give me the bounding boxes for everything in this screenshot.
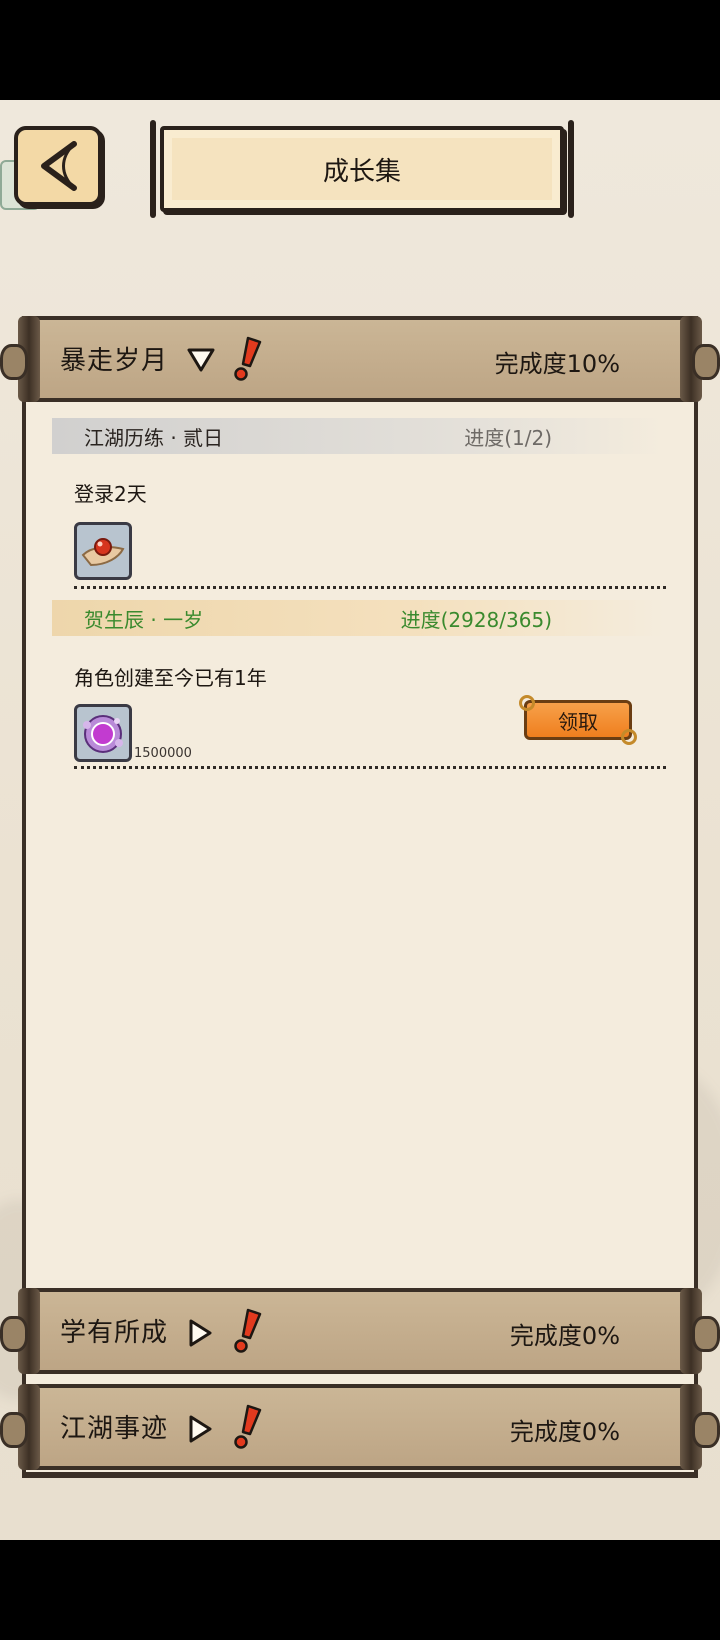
task-header: 贺生辰 · 一岁 进度(2928/365) <box>52 600 664 636</box>
reward-item[interactable] <box>74 704 132 762</box>
growth-collection-screen: 成长集 暴走岁月 完成度10% 江湖历练 · 贰日 进度(1/2) 登录2天 贺… <box>0 100 720 1540</box>
task-header: 江湖历练 · 贰日 进度(1/2) <box>52 418 664 454</box>
section-completion: 完成度0% <box>509 1418 620 1446</box>
section-header-baozou[interactable]: 暴走岁月 完成度10% <box>0 316 720 402</box>
task-description: 角色创建至今已有1年 <box>74 666 267 690</box>
scroll-knob <box>0 1316 28 1352</box>
section-header-jianghu[interactable]: 江湖事迹 完成度0% <box>0 1384 720 1470</box>
chevron-right-icon[interactable] <box>186 1414 214 1444</box>
task-name: 贺生辰 · 一岁 <box>84 607 204 632</box>
purple-orb-icon <box>83 715 123 753</box>
section-completion: 完成度0% <box>509 1322 620 1350</box>
scroll-knob <box>0 1412 28 1448</box>
back-arrow-icon <box>41 141 77 191</box>
section-header-xueyou[interactable]: 学有所成 完成度0% <box>0 1288 720 1374</box>
alert-icon <box>234 336 262 381</box>
chevron-down-icon[interactable] <box>186 346 216 374</box>
alert-icon <box>234 1308 262 1353</box>
divider <box>74 766 666 769</box>
section-completion: 完成度10% <box>494 350 620 378</box>
divider <box>74 586 666 589</box>
section-title: 江湖事迹 <box>60 1414 169 1444</box>
section-title: 学有所成 <box>60 1318 169 1348</box>
task-progress: 进度(2928/365) <box>400 607 552 632</box>
page-title: 成长集 <box>150 120 574 218</box>
scroll-knob <box>692 344 720 380</box>
task-description: 登录2天 <box>74 482 147 506</box>
back-button[interactable] <box>14 126 102 206</box>
scroll-knob <box>692 1316 720 1352</box>
claim-button[interactable]: 领取 <box>519 695 637 745</box>
scroll-knob <box>692 1412 720 1448</box>
scroll-knob <box>0 344 28 380</box>
reward-quantity: 1500000 <box>134 746 192 761</box>
alert-icon <box>234 1404 262 1449</box>
chevron-right-icon[interactable] <box>186 1318 214 1348</box>
task-progress: 进度(1/2) <box>464 425 552 450</box>
section-title: 暴走岁月 <box>60 346 169 376</box>
red-orb-on-cloth-icon <box>81 538 125 567</box>
task-name: 江湖历练 · 贰日 <box>84 425 224 450</box>
reward-item[interactable] <box>74 522 132 580</box>
